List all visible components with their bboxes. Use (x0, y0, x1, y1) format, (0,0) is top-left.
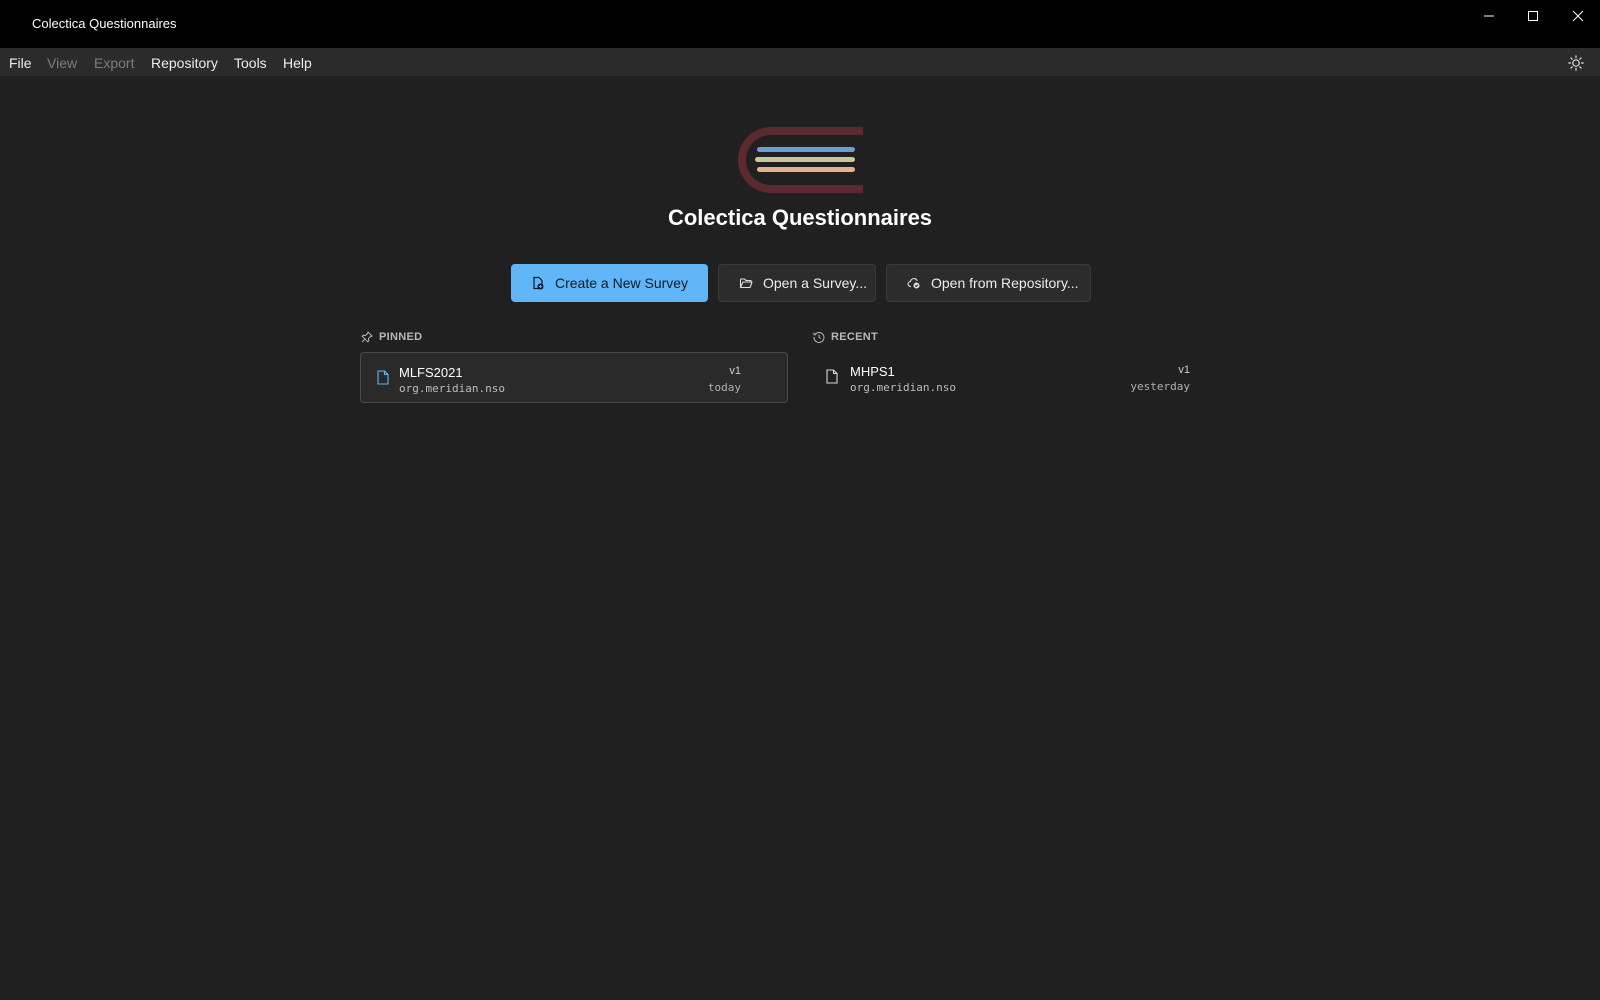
survey-modified: today (707, 381, 741, 394)
document-icon (377, 370, 389, 385)
minimize-icon (1484, 15, 1494, 17)
open-survey-label: Open a Survey... (763, 275, 868, 291)
survey-version: v1 (729, 365, 741, 377)
recent-survey-card[interactable]: MHPS1 org.meridian.nso v1 yesterday (812, 352, 1198, 403)
menu-tools[interactable]: Tools (234, 55, 267, 71)
menu-help[interactable]: Help (283, 55, 312, 71)
menu-bar: File View Export Repository Tools Help (0, 48, 1600, 76)
minimize-button[interactable] (1467, 0, 1511, 32)
app-title: Colectica Questionnaires (667, 205, 933, 230)
window-title: Colectica Questionnaires (32, 16, 177, 31)
pin-icon (361, 331, 373, 343)
survey-name: MLFS2021 (399, 365, 463, 380)
survey-version: v1 (1178, 364, 1190, 376)
pinned-label: PINNED (379, 331, 423, 343)
cloud-repository-icon (907, 278, 920, 289)
pinned-header: PINNED (361, 331, 422, 343)
recent-label: RECENT (831, 331, 879, 343)
survey-name: MHPS1 (850, 364, 895, 379)
survey-agency: org.meridian.nso (399, 382, 505, 395)
create-new-survey-label: Create a New Survey (555, 275, 689, 291)
open-survey-button[interactable]: Open a Survey... (718, 264, 876, 302)
menu-export[interactable]: Export (94, 55, 134, 71)
survey-modified: yesterday (1130, 380, 1190, 393)
folder-open-icon (739, 278, 753, 289)
open-from-repository-label: Open from Repository... (931, 275, 1079, 291)
pinned-survey-card[interactable]: MLFS2021 org.meridian.nso v1 today (360, 352, 788, 403)
document-icon (826, 369, 838, 384)
menu-view[interactable]: View (47, 55, 77, 71)
app-logo (738, 127, 863, 193)
close-icon (1572, 10, 1584, 22)
history-icon (813, 332, 825, 343)
maximize-button[interactable] (1511, 0, 1555, 32)
sun-icon (1568, 55, 1584, 71)
close-button[interactable] (1556, 0, 1600, 32)
maximize-icon (1528, 11, 1538, 21)
survey-agency: org.meridian.nso (850, 381, 956, 394)
theme-toggle-button[interactable] (1568, 55, 1584, 71)
recent-header: RECENT (813, 331, 878, 343)
open-from-repository-button[interactable]: Open from Repository... (886, 264, 1091, 302)
create-new-survey-button[interactable]: Create a New Survey (511, 264, 708, 302)
menu-file[interactable]: File (9, 55, 32, 71)
menu-repository[interactable]: Repository (151, 55, 218, 71)
new-survey-icon (533, 276, 544, 290)
title-bar: Colectica Questionnaires (0, 0, 1600, 48)
